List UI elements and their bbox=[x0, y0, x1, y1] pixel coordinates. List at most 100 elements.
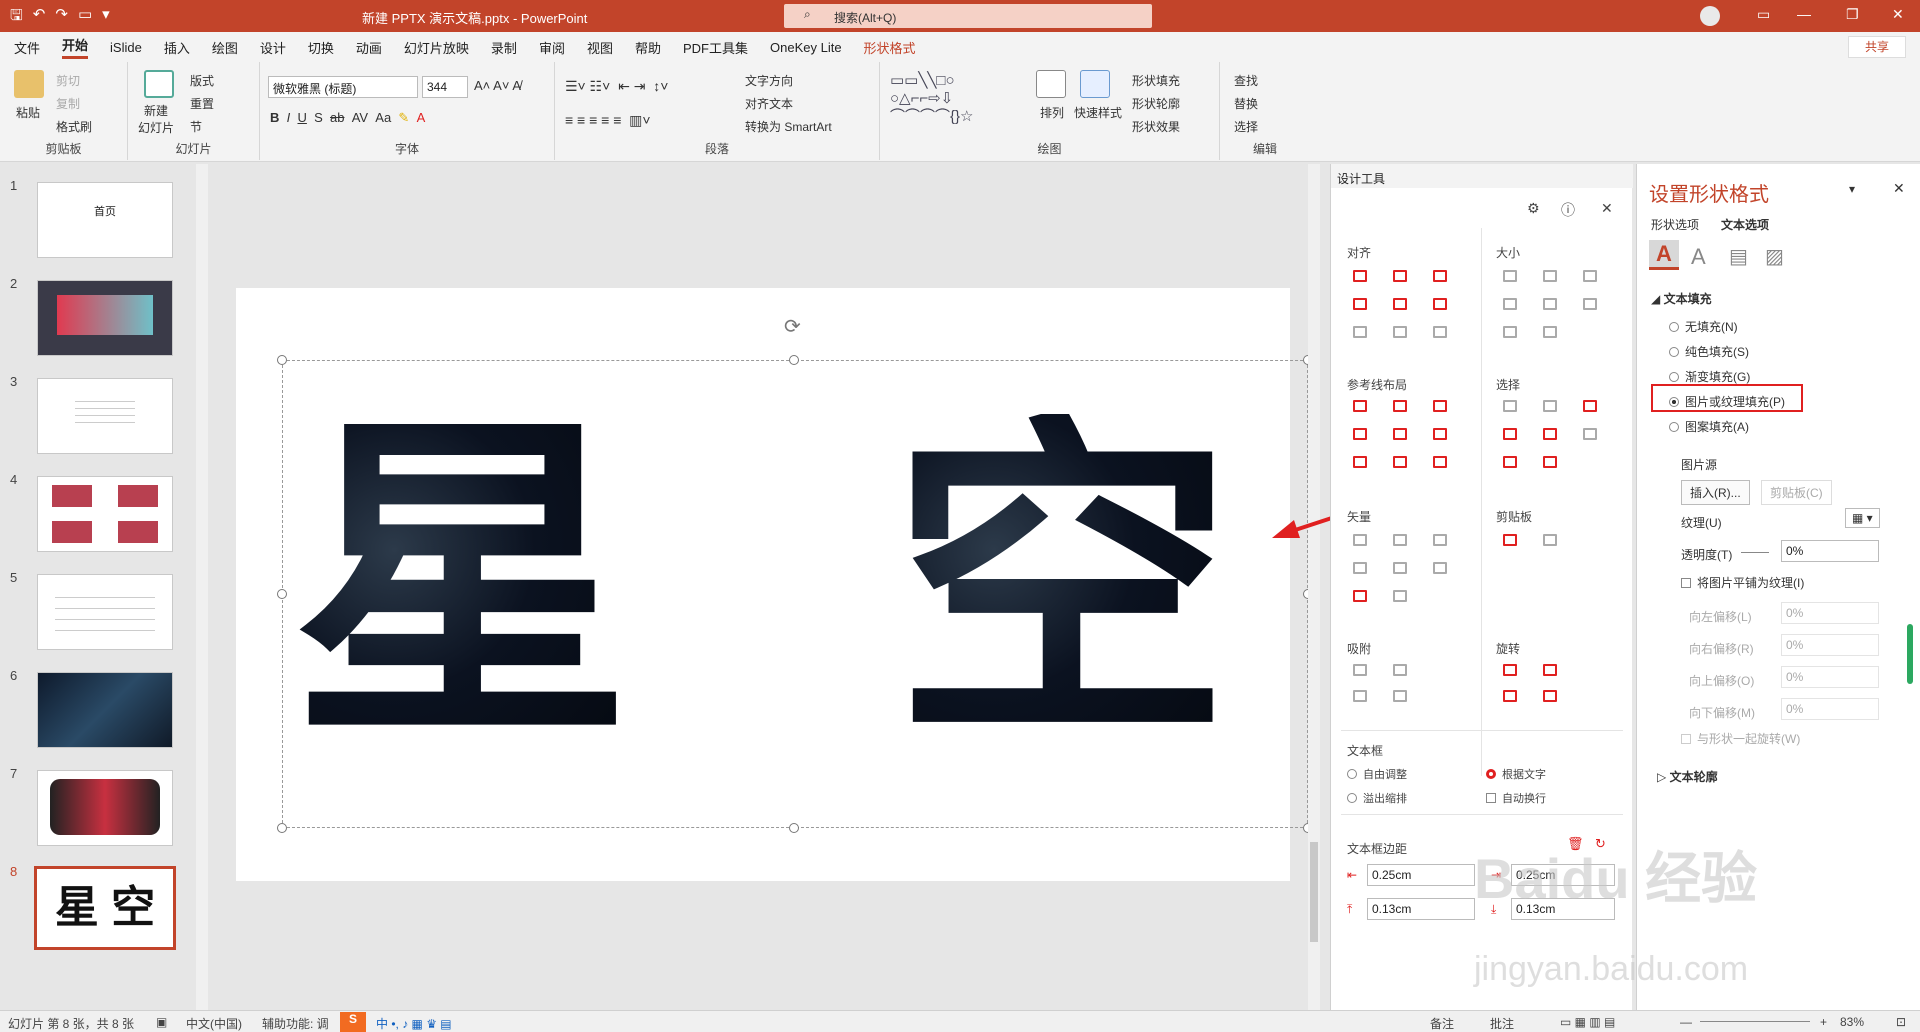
offset-down-input[interactable]: 0% bbox=[1781, 698, 1879, 720]
align-middle-icon[interactable] bbox=[1393, 298, 1407, 310]
quick-styles-icon[interactable] bbox=[1080, 70, 1110, 98]
close-pane-icon[interactable]: ✕ bbox=[1601, 200, 1613, 217]
tab-shape-format[interactable]: 形状格式 bbox=[864, 38, 916, 57]
offset-up-input[interactable]: 0% bbox=[1781, 666, 1879, 688]
customize-qa-icon[interactable]: ▾ bbox=[102, 5, 110, 30]
width-icon[interactable] bbox=[1503, 298, 1517, 310]
ribbon-display-icon[interactable]: ▭ bbox=[1757, 6, 1770, 23]
guide-center-icon[interactable] bbox=[1393, 400, 1407, 412]
tab-view[interactable]: 视图 bbox=[587, 38, 613, 57]
textbox-icon[interactable]: ▤ bbox=[1729, 244, 1748, 269]
tab-onekey-lite[interactable]: OneKey Lite bbox=[770, 40, 842, 55]
distribute-icon[interactable] bbox=[1433, 326, 1447, 338]
crop-icon[interactable] bbox=[1433, 562, 1447, 574]
pane-close-icon[interactable]: ✕ bbox=[1893, 180, 1905, 197]
redo-icon[interactable]: ↷ bbox=[55, 5, 68, 30]
align-right-icon[interactable] bbox=[1433, 270, 1447, 282]
settings-icon[interactable]: ⚙ bbox=[1527, 200, 1540, 217]
align-center-icon[interactable] bbox=[1393, 270, 1407, 282]
tab-shape-options[interactable]: 形状选项 bbox=[1651, 216, 1699, 233]
select-button[interactable]: 选择 bbox=[1234, 118, 1258, 135]
snap-icon[interactable] bbox=[1353, 664, 1367, 676]
intersect-icon[interactable] bbox=[1353, 562, 1367, 574]
select-cursor-icon[interactable] bbox=[1583, 428, 1597, 440]
pane-options-icon[interactable]: ▾ bbox=[1849, 182, 1855, 196]
minimize-icon[interactable]: — bbox=[1797, 6, 1811, 22]
ime-toolbar[interactable]: 中 •, ♪ ▦ ♛ ▤ bbox=[376, 1015, 452, 1032]
accessibility-status[interactable]: 辅助功能: 调 bbox=[262, 1015, 329, 1032]
copy-shape-icon[interactable] bbox=[1393, 590, 1407, 602]
select-top-icon[interactable] bbox=[1503, 428, 1517, 440]
undo-icon[interactable]: ↶ bbox=[33, 5, 46, 30]
close-icon[interactable]: ✕ bbox=[1892, 6, 1904, 23]
same-height-icon[interactable] bbox=[1543, 270, 1557, 282]
slide-thumb-2[interactable] bbox=[37, 280, 173, 356]
align-top-icon[interactable] bbox=[1353, 298, 1367, 310]
resize-handle[interactable] bbox=[277, 355, 287, 365]
offset-left-input[interactable]: 0% bbox=[1781, 602, 1879, 624]
zoom-in-icon[interactable]: + bbox=[1820, 1015, 1827, 1029]
text-fill-section[interactable]: ◢ 文本填充 bbox=[1651, 290, 1712, 307]
zoom-slider[interactable] bbox=[1700, 1021, 1810, 1022]
paste-icon[interactable] bbox=[14, 70, 44, 98]
tab-text-options[interactable]: 文本选项 bbox=[1721, 216, 1769, 233]
slide[interactable]: ⟳ 星 空 bbox=[236, 288, 1313, 881]
guide-fit-icon[interactable] bbox=[1433, 456, 1447, 468]
union-icon[interactable] bbox=[1353, 534, 1367, 546]
guide-left-icon[interactable] bbox=[1353, 400, 1367, 412]
snap-icon[interactable] bbox=[1353, 690, 1367, 702]
text-direction-button[interactable]: 文字方向 bbox=[745, 72, 793, 89]
select-stack-icon[interactable] bbox=[1543, 456, 1557, 468]
picture-fill-option[interactable]: 图片或纹理填充(P) bbox=[1669, 393, 1785, 410]
resize-handle[interactable] bbox=[789, 355, 799, 365]
tab-draw[interactable]: 绘图 bbox=[212, 38, 238, 57]
guide-v-icon[interactable] bbox=[1393, 456, 1407, 468]
tab-home[interactable]: 开始 bbox=[62, 35, 89, 59]
offset-right-input[interactable]: 0% bbox=[1781, 634, 1879, 656]
tab-slideshow[interactable]: 幻灯片放映 bbox=[404, 38, 469, 57]
font-name-select[interactable]: 微软雅黑 (标题) bbox=[268, 76, 418, 98]
text-effects-icon[interactable]: A bbox=[1691, 244, 1706, 270]
snap-icon[interactable] bbox=[1393, 690, 1407, 702]
slide-thumb-7[interactable] bbox=[37, 770, 173, 846]
text-vector-icon[interactable] bbox=[1353, 590, 1367, 602]
tab-help[interactable]: 帮助 bbox=[635, 38, 661, 57]
fit-icon[interactable] bbox=[1543, 326, 1557, 338]
tab-file[interactable]: 文件 bbox=[14, 38, 40, 57]
copy-format-icon[interactable] bbox=[1503, 534, 1517, 546]
tab-record[interactable]: 录制 bbox=[491, 38, 517, 57]
select-bottom-icon[interactable] bbox=[1503, 456, 1517, 468]
arrange-button[interactable]: 排列 bbox=[1040, 104, 1064, 121]
share-button[interactable]: 共享 bbox=[1848, 36, 1906, 58]
align-buttons[interactable]: ≡ ≡ ≡ ≡ ≡ ▥˅ bbox=[565, 112, 651, 129]
slide-thumb-5[interactable] bbox=[37, 574, 173, 650]
guide-middle-icon[interactable] bbox=[1393, 428, 1407, 440]
help-icon[interactable]: ⓘ bbox=[1561, 200, 1575, 220]
thumbs-scrollbar[interactable] bbox=[196, 164, 208, 1010]
cut-button[interactable]: 剪切 bbox=[56, 72, 80, 89]
resize-handle[interactable] bbox=[789, 823, 799, 833]
guide-right-icon[interactable] bbox=[1433, 400, 1447, 412]
comments-button[interactable]: 批注 bbox=[1490, 1015, 1514, 1032]
select-same-icon[interactable] bbox=[1503, 400, 1517, 412]
quick-styles-button[interactable]: 快速样式 bbox=[1074, 104, 1122, 121]
ime-logo-icon[interactable]: S bbox=[340, 1012, 366, 1032]
distribute-v-icon[interactable] bbox=[1393, 326, 1407, 338]
new-slide-icon[interactable] bbox=[144, 70, 174, 98]
save-icon[interactable]: 🖫 bbox=[10, 5, 23, 30]
rotate-handle-icon[interactable]: ⟳ bbox=[784, 314, 801, 339]
shape-fill-button[interactable]: 形状填充 bbox=[1132, 72, 1180, 89]
rotate-left-icon[interactable] bbox=[1503, 664, 1517, 676]
text-outline-section[interactable]: ▷ 文本轮廓 bbox=[1657, 768, 1718, 785]
texture-picker[interactable]: ▦ ▾ bbox=[1845, 508, 1880, 528]
arrange-icon[interactable] bbox=[1036, 70, 1066, 98]
same-width-icon[interactable] bbox=[1503, 270, 1517, 282]
guide-h-icon[interactable] bbox=[1353, 456, 1367, 468]
resize-handle[interactable] bbox=[277, 589, 287, 599]
snap-icon[interactable] bbox=[1393, 664, 1407, 676]
transparency-input[interactable]: 0% bbox=[1781, 540, 1879, 562]
replace-button[interactable]: 替换 bbox=[1234, 95, 1258, 112]
select-similar-icon[interactable] bbox=[1543, 400, 1557, 412]
distribute-h-icon[interactable] bbox=[1353, 326, 1367, 338]
select-middle-icon[interactable] bbox=[1543, 428, 1557, 440]
